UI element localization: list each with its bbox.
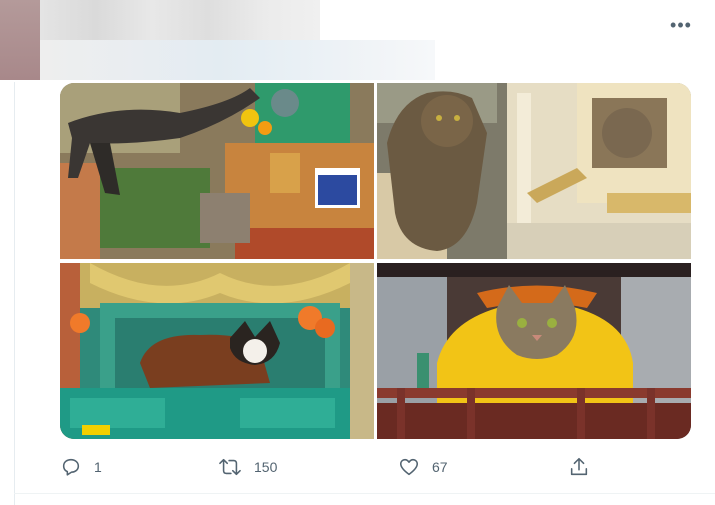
author-name-redacted[interactable]: [40, 0, 320, 40]
media-grid: [60, 83, 691, 439]
avatar[interactable]: [0, 0, 40, 80]
retweet-icon: [219, 458, 241, 476]
media-photo-2[interactable]: [377, 83, 691, 259]
like-count: 67: [432, 459, 448, 475]
share-icon: [570, 457, 588, 476]
media-photo-4[interactable]: [377, 263, 691, 439]
thread-left-divider: [14, 82, 15, 505]
heart-icon: [399, 458, 419, 476]
reply-button[interactable]: 1: [60, 452, 102, 482]
share-button[interactable]: [568, 452, 590, 482]
media-photo-1[interactable]: [60, 83, 374, 259]
more-horizontal-icon: •••: [670, 14, 692, 35]
reply-icon: [62, 458, 80, 476]
retweet-count: 150: [254, 459, 278, 475]
tweet-header: •••: [0, 0, 715, 82]
media-photo-3[interactable]: [60, 263, 374, 439]
reply-count: 1: [94, 459, 102, 475]
tweet-bottom-divider: [14, 493, 715, 494]
retweet-button[interactable]: 150: [218, 452, 277, 482]
like-button[interactable]: 67: [398, 452, 448, 482]
tweet-action-bar: 1 150 67: [60, 452, 691, 482]
author-handle-redacted[interactable]: [40, 40, 435, 80]
more-options-button[interactable]: •••: [664, 10, 698, 40]
